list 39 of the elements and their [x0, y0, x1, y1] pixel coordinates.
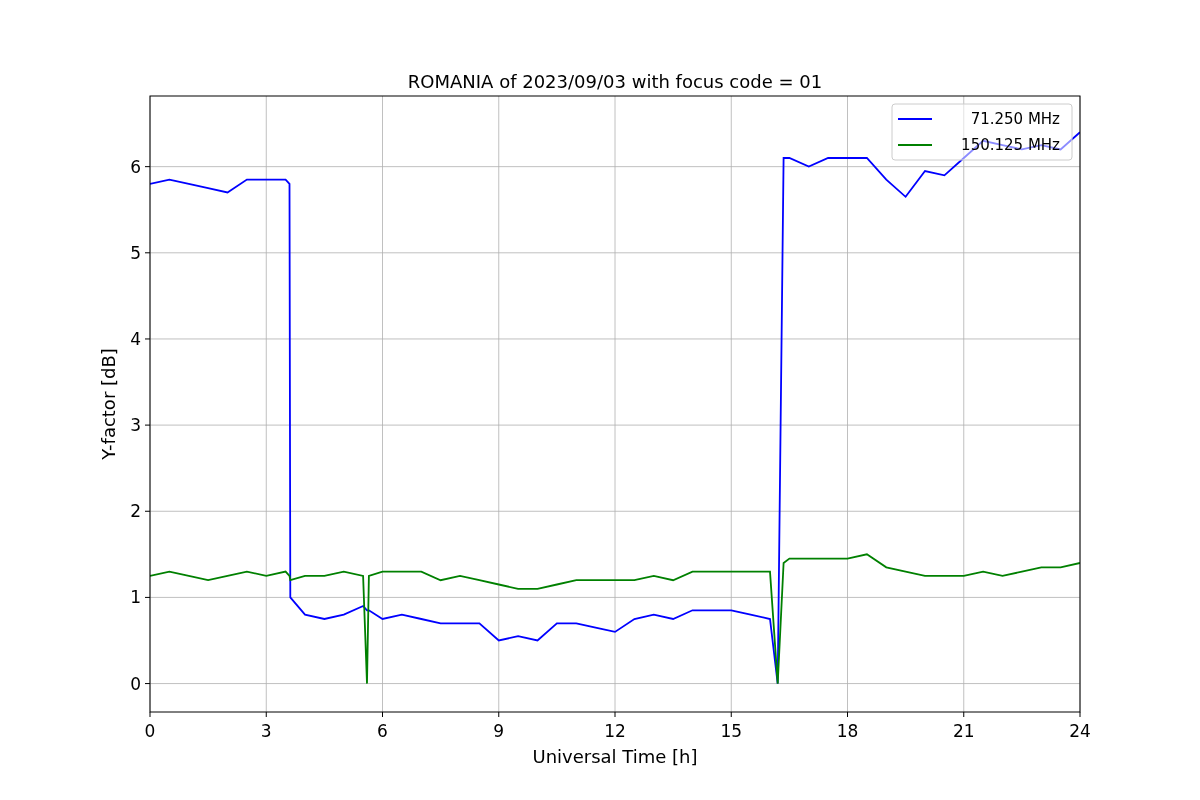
- x-tick-label: 24: [1069, 721, 1091, 741]
- tick-mark: [1079, 711, 1081, 718]
- x-tick-label: 12: [604, 721, 626, 741]
- y-tick-label: 5: [130, 242, 141, 263]
- x-tick-label: 15: [720, 721, 743, 741]
- tick-mark: [498, 711, 500, 718]
- tick-mark: [144, 510, 151, 512]
- x-tick-label: 21: [952, 721, 975, 741]
- tick-mark: [144, 166, 151, 168]
- tick-mark: [144, 424, 151, 426]
- chart-title: ROMANIA of 2023/09/03 with focus code = 01: [407, 71, 823, 92]
- tick-mark: [730, 711, 732, 718]
- x-tick-label: 6: [377, 721, 388, 741]
- tick-mark: [847, 711, 848, 718]
- tick-mark: [265, 711, 267, 718]
- y-tick-label: 1: [130, 587, 141, 608]
- tick-mark: [382, 711, 383, 718]
- y-tick-label: 2: [130, 501, 141, 522]
- y-tick-label: 6: [130, 156, 141, 177]
- x-tick-label: 18: [836, 721, 859, 741]
- x-tick-label: 3: [260, 721, 272, 741]
- y-axis-label: Y-factor [dB]: [98, 348, 119, 460]
- legend-line: [897, 144, 933, 146]
- x-tick-label: 0: [144, 721, 156, 741]
- tick-mark: [144, 338, 151, 340]
- tick-mark: [149, 711, 151, 718]
- legend-label: 71.250 MHz: [970, 110, 1060, 128]
- x-axis-label: Universal Time [h]: [532, 746, 698, 767]
- legend-line: [897, 118, 933, 120]
- tick-mark: [144, 252, 151, 254]
- y-tick-label: 0: [130, 673, 141, 694]
- legend-label: 150.125 MHz: [961, 136, 1060, 154]
- tick-mark: [144, 596, 151, 598]
- tick-mark: [614, 711, 616, 718]
- tick-mark: [963, 711, 965, 718]
- y-tick-label: 3: [130, 415, 141, 436]
- x-tick-label: 9: [493, 721, 505, 741]
- y-tick-label: 4: [130, 328, 141, 349]
- tick-mark: [144, 683, 151, 685]
